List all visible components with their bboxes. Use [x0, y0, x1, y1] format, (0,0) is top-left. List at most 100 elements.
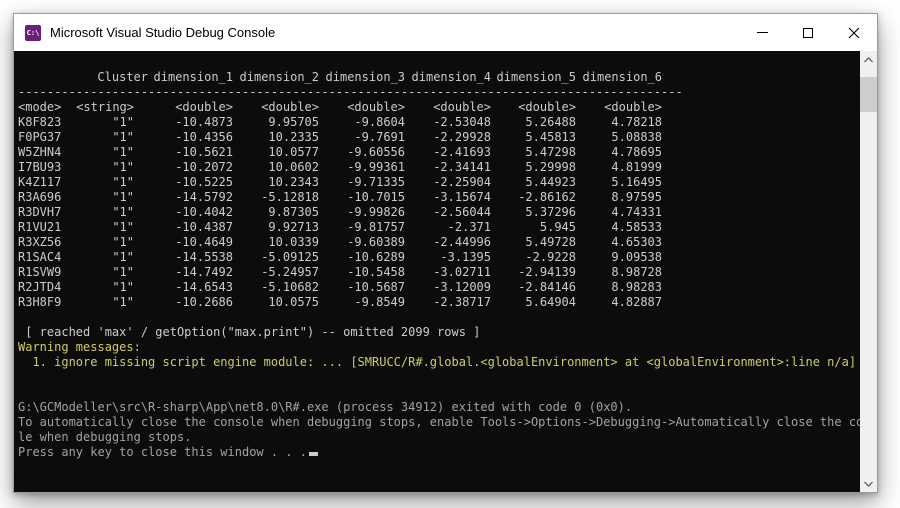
- table-cell: <double>: [148, 100, 233, 115]
- window-controls: [739, 14, 877, 51]
- table-cell: I7BU93: [18, 160, 68, 175]
- table-cell: -10.5458: [319, 265, 405, 280]
- table-cell: 5.45813: [491, 130, 576, 145]
- table-cell: <double>: [233, 100, 319, 115]
- press-key-text: Press any key to close this window . . .: [18, 445, 307, 459]
- table-cell: 5.08838: [576, 130, 662, 145]
- close-hint-line-2: le when debugging stops.: [18, 430, 860, 445]
- table-cell: -3.02711: [405, 265, 491, 280]
- scrollbar-thumb[interactable]: [860, 77, 877, 112]
- spacer: [18, 385, 860, 400]
- table-row: K8F823"1"-10.48739.95705-9.8604-2.530485…: [18, 115, 860, 130]
- table-row: R2JTD4"1"-14.6543-5.10682-10.5687-3.1200…: [18, 280, 860, 295]
- table-cell: -2.44996: [405, 235, 491, 250]
- table-cell: dimension_4: [405, 70, 491, 85]
- scrollbar[interactable]: [860, 51, 877, 492]
- table-cell: [18, 70, 68, 85]
- close-hint-line-1: To automatically close the console when …: [18, 415, 860, 430]
- table-cell: "1": [68, 160, 148, 175]
- table-cell: -9.60389: [319, 235, 405, 250]
- table-separator: ----------------------------------------…: [18, 85, 860, 100]
- table-cell: "1": [68, 250, 148, 265]
- table-cell: R3DVH7: [18, 205, 68, 220]
- close-button[interactable]: [831, 14, 877, 51]
- table-cell: 4.82887: [576, 295, 662, 310]
- table-cell: 9.95705: [233, 115, 319, 130]
- scroll-up-button[interactable]: [860, 51, 877, 68]
- table-row: R3A696"1"-14.5792-5.12818-10.7015-3.1567…: [18, 190, 860, 205]
- table-cell: 4.58533: [576, 220, 662, 235]
- table-cell: 4.81999: [576, 160, 662, 175]
- console-output[interactable]: Clusterdimension_1dimension_2dimension_3…: [14, 51, 860, 492]
- table-cell: -10.4649: [148, 235, 233, 250]
- table-cell: R2JTD4: [18, 280, 68, 295]
- spacer: [18, 370, 860, 385]
- data-table: Clusterdimension_1dimension_2dimension_3…: [18, 70, 860, 310]
- table-cell: R1SVW9: [18, 265, 68, 280]
- maximize-button[interactable]: [785, 14, 831, 51]
- table-cell: -9.7691: [319, 130, 405, 145]
- table-cell: -10.4042: [148, 205, 233, 220]
- table-cell: -3.1395: [405, 250, 491, 265]
- table-cell: -10.5687: [319, 280, 405, 295]
- table-cell: W5ZHN4: [18, 145, 68, 160]
- warning-header: Warning messages:: [18, 340, 860, 355]
- table-cell: 5.44923: [491, 175, 576, 190]
- table-cell: 4.78218: [576, 115, 662, 130]
- table-cell: -5.09125: [233, 250, 319, 265]
- spacer: [18, 310, 860, 325]
- table-cell: "1": [68, 220, 148, 235]
- minimize-icon: [757, 32, 768, 33]
- table-cell: 8.98283: [576, 280, 662, 295]
- table-cell: -10.2072: [148, 160, 233, 175]
- table-row: W5ZHN4"1"-10.562110.0577-9.60556-2.41693…: [18, 145, 860, 160]
- table-cell: <mode>: [18, 100, 68, 115]
- table-cell: K8F823: [18, 115, 68, 130]
- table-cell: dimension_6: [576, 70, 662, 85]
- table-cell: -10.7015: [319, 190, 405, 205]
- table-cell: -14.5538: [148, 250, 233, 265]
- table-cell: 5.37296: [491, 205, 576, 220]
- scroll-down-button[interactable]: [860, 475, 877, 492]
- table-cell: -2.86162: [491, 190, 576, 205]
- table-cell: -2.9228: [491, 250, 576, 265]
- table-row: R3DVH7"1"-10.40429.87305-9.99826-2.56044…: [18, 205, 860, 220]
- table-cell: -9.60556: [319, 145, 405, 160]
- table-cell: -9.99361: [319, 160, 405, 175]
- table-cell: 5.29998: [491, 160, 576, 175]
- table-row: R3XZ56"1"-10.464910.0339-9.60389-2.44996…: [18, 235, 860, 250]
- table-cell: -14.7492: [148, 265, 233, 280]
- table-cell: -2.371: [405, 220, 491, 235]
- table-cell: "1": [68, 130, 148, 145]
- table-cell: 5.26488: [491, 115, 576, 130]
- table-types-row: <mode><string><double><double><double><d…: [18, 100, 860, 115]
- table-cell: dimension_3: [319, 70, 405, 85]
- chevron-up-icon: [864, 57, 873, 63]
- minimize-button[interactable]: [739, 14, 785, 51]
- table-cell: 5.945: [491, 220, 576, 235]
- table-cell: 4.74331: [576, 205, 662, 220]
- table-cell: -5.24957: [233, 265, 319, 280]
- table-cell: "1": [68, 295, 148, 310]
- table-cell: 9.87305: [233, 205, 319, 220]
- table-cell: 10.0575: [233, 295, 319, 310]
- table-row: R1VU21"1"-10.43879.92713-9.81757-2.3715.…: [18, 220, 860, 235]
- table-header-row: Clusterdimension_1dimension_2dimension_3…: [18, 70, 860, 85]
- table-cell: 4.78695: [576, 145, 662, 160]
- table-cell: "1": [68, 205, 148, 220]
- table-cell: 9.92713: [233, 220, 319, 235]
- table-cell: 8.97595: [576, 190, 662, 205]
- table-cell: <double>: [491, 100, 576, 115]
- title-bar[interactable]: C:\ Microsoft Visual Studio Debug Consol…: [14, 14, 877, 51]
- console-app-icon[interactable]: C:\: [25, 25, 41, 41]
- table-cell: -3.12009: [405, 280, 491, 295]
- table-cell: -10.5621: [148, 145, 233, 160]
- table-cell: K4Z117: [18, 175, 68, 190]
- table-cell: R1SAC4: [18, 250, 68, 265]
- table-cell: 10.0577: [233, 145, 319, 160]
- table-cell: dimension_5: [491, 70, 576, 85]
- chevron-down-icon: [864, 481, 873, 487]
- table-cell: -2.38717: [405, 295, 491, 310]
- table-cell: -2.84146: [491, 280, 576, 295]
- table-cell: 5.16495: [576, 175, 662, 190]
